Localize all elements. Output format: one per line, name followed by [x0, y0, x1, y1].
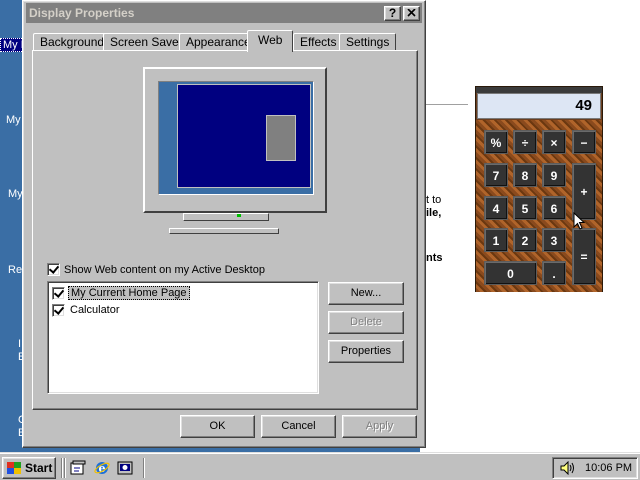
monitor-power-led	[237, 214, 241, 217]
display-properties-dialog: Display Properties ? Background Screen S…	[22, 0, 426, 448]
calc-key-3[interactable]: 3	[542, 228, 566, 252]
taskbar-separator	[143, 458, 145, 478]
start-label: Start	[25, 461, 53, 475]
internet-explorer-icon[interactable]: e	[94, 460, 110, 476]
desktop-icon-label-my-computer[interactable]: My	[6, 114, 21, 126]
mouse-cursor-icon	[573, 212, 585, 230]
help-button[interactable]: ?	[384, 5, 401, 21]
calc-key-8[interactable]: 8	[513, 163, 537, 187]
calc-key-percent[interactable]: %	[484, 130, 508, 154]
calculator-keypad: % ÷ × − 7 8 9 + 4 5 6 1 2 3 = 0 .	[476, 120, 602, 292]
calc-key-0[interactable]: 0	[484, 261, 537, 285]
monitor-screen	[158, 81, 314, 195]
show-web-content-checkbox[interactable]	[47, 263, 60, 276]
apply-button[interactable]: Apply	[342, 415, 417, 438]
calc-key-4[interactable]: 4	[484, 196, 508, 220]
close-icon	[407, 9, 416, 17]
active-desktop-items-list[interactable]: My Current Home Page Calculator	[47, 281, 319, 394]
close-button[interactable]	[403, 5, 420, 21]
calc-key-2[interactable]: 2	[513, 228, 537, 252]
calc-key-9[interactable]: 9	[542, 163, 566, 187]
properties-button[interactable]: Properties	[328, 340, 404, 363]
background-document-rule	[426, 104, 468, 105]
background-document-text-1: t to	[426, 194, 442, 206]
calc-key-minus[interactable]: −	[572, 130, 596, 154]
delete-button[interactable]: Delete	[328, 311, 404, 334]
clock[interactable]: 10:06 PM	[585, 462, 632, 474]
monitor-desktop-preview	[177, 84, 311, 188]
calc-key-decimal[interactable]: .	[542, 261, 566, 285]
item-checkbox[interactable]	[52, 303, 65, 317]
tab-settings[interactable]: Settings	[339, 33, 397, 51]
taskbar: Start e 10:06 PM	[0, 452, 640, 480]
ok-button[interactable]: OK	[180, 415, 255, 438]
monitor-stand	[183, 213, 269, 221]
monitor-case	[143, 67, 327, 213]
calc-key-7[interactable]: 7	[484, 163, 508, 187]
item-checkbox[interactable]	[52, 286, 65, 300]
background-document-text-2: ile,	[426, 207, 442, 219]
calc-key-6[interactable]: 6	[542, 196, 566, 220]
tab-screen-saver[interactable]: Screen Saver	[103, 33, 190, 51]
volume-icon[interactable]	[559, 461, 575, 475]
list-item[interactable]: My Current Home Page	[52, 285, 190, 301]
web-tab-panel: Show Web content on my Active Desktop My…	[32, 50, 418, 410]
calc-key-equals[interactable]: =	[572, 228, 596, 285]
list-item-label: Calculator	[70, 304, 120, 316]
show-web-content-option[interactable]: Show Web content on my Active Desktop	[47, 263, 265, 276]
channels-icon[interactable]	[117, 460, 133, 476]
desktop-icon-label-my-network[interactable]: My	[8, 188, 23, 200]
tab-background[interactable]: Background	[33, 33, 112, 51]
dialog-titlebar[interactable]: Display Properties ?	[26, 3, 422, 23]
monitor-active-item-preview	[266, 115, 296, 161]
calculator-widget[interactable]: 49 % ÷ × − 7 8 9 + 4 5 6 1 2 3 = 0 .	[475, 86, 603, 292]
list-item-label: My Current Home Page	[68, 286, 190, 300]
monitor-base	[169, 228, 279, 234]
new-button[interactable]: New...	[328, 282, 404, 305]
taskbar-separator	[61, 458, 63, 478]
list-item[interactable]: Calculator	[52, 302, 122, 318]
taskbar-separator	[64, 458, 66, 478]
desktop-icon-label-recycle-bin[interactable]: Re	[8, 264, 22, 276]
cancel-button[interactable]: Cancel	[261, 415, 336, 438]
start-button[interactable]: Start	[2, 457, 56, 479]
calc-key-1[interactable]: 1	[484, 228, 508, 252]
monitor-preview	[143, 67, 327, 213]
calc-key-multiply[interactable]: ×	[542, 130, 566, 154]
tab-appearance[interactable]: Appearance	[179, 33, 258, 51]
dialog-title: Display Properties	[29, 6, 135, 20]
background-document-text-3: nts	[426, 252, 443, 264]
calc-key-divide[interactable]: ÷	[513, 130, 537, 154]
desktop-icon-label-ie-1[interactable]: I	[18, 338, 21, 350]
show-desktop-icon[interactable]	[70, 460, 86, 476]
show-web-content-label: Show Web content on my Active Desktop	[64, 263, 265, 276]
system-tray: 10:06 PM	[552, 457, 638, 479]
windows-logo-icon	[6, 461, 22, 475]
tab-web[interactable]: Web	[247, 30, 294, 52]
calculator-display: 49	[477, 93, 601, 119]
calc-key-5[interactable]: 5	[513, 196, 537, 220]
tab-effects[interactable]: Effects	[293, 33, 344, 51]
